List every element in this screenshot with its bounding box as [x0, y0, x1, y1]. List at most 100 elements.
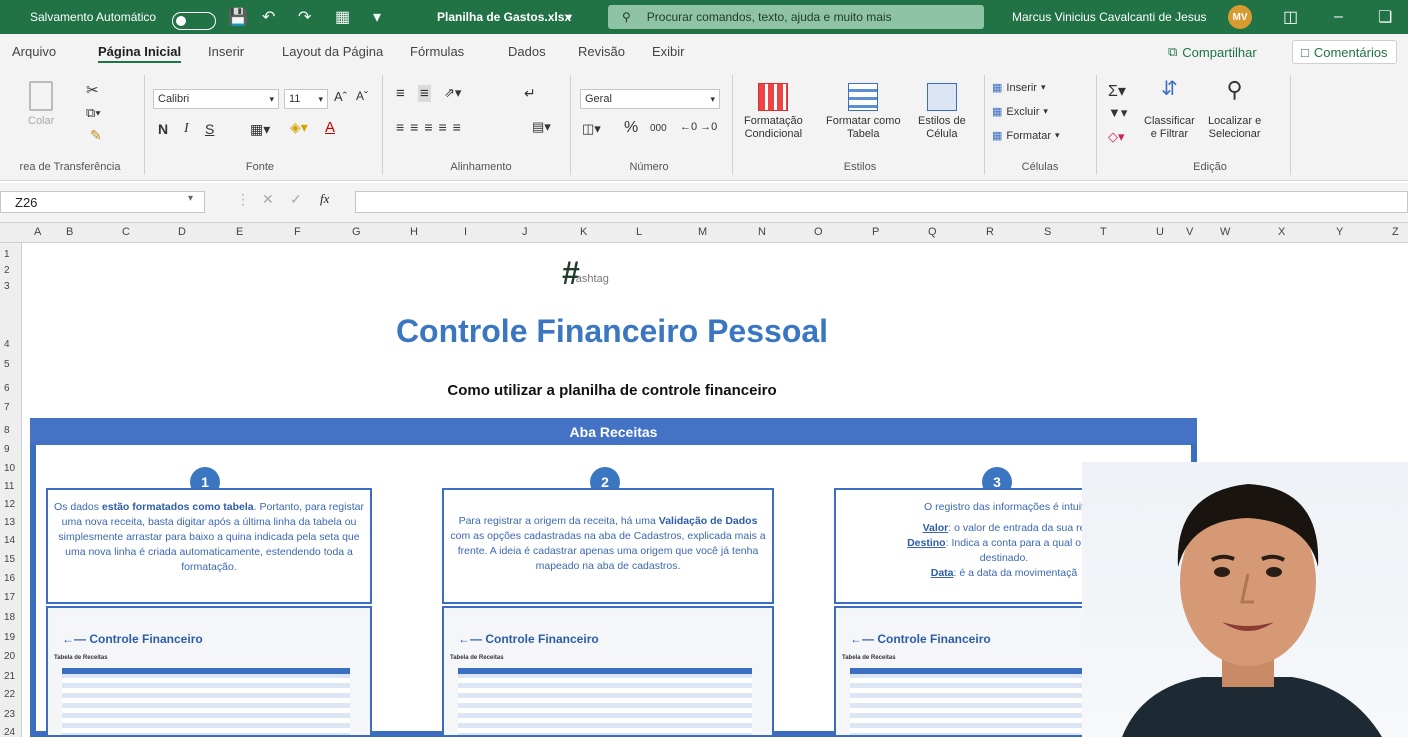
column-header-h[interactable]: H [410, 226, 418, 238]
cancel-icon[interactable]: ✕ [262, 191, 274, 208]
column-header-m[interactable]: M [698, 226, 707, 238]
align-left-center-right-icons[interactable]: ≡≡≡≡≡ [396, 119, 467, 135]
tab-exibir[interactable]: Exibir [652, 34, 685, 69]
row-header-3[interactable]: 3 [4, 281, 10, 292]
row-header-15[interactable]: 15 [4, 554, 15, 565]
tab-revisao[interactable]: Revisão [578, 34, 625, 69]
autosave-toggle[interactable] [172, 0, 216, 34]
row-header-14[interactable]: 14 [4, 535, 15, 546]
format-as-table-button[interactable]: Formatar como Tabela [826, 83, 901, 141]
column-header-r[interactable]: R [986, 226, 994, 238]
currency-icon[interactable]: ◫▾ [582, 121, 601, 137]
comments-button[interactable]: □ Comentários [1292, 40, 1397, 64]
column-header-p[interactable]: P [872, 226, 879, 238]
column-header-z[interactable]: Z [1392, 226, 1399, 238]
align-middle-icon[interactable]: ≡ [418, 85, 431, 102]
delete-cells-button[interactable]: ▦ Excluir ▾ [992, 105, 1048, 119]
autosum-icon[interactable]: Σ▾ [1108, 81, 1126, 101]
column-header-j[interactable]: J [522, 226, 528, 238]
filename-chevron-icon[interactable]: ▾ [566, 0, 572, 34]
column-header-v[interactable]: V [1186, 226, 1193, 238]
number-format-select[interactable]: Geral ▾ [580, 89, 720, 109]
column-header-e[interactable]: E [236, 226, 243, 238]
row-header-17[interactable]: 17 [4, 592, 15, 603]
column-header-y[interactable]: Y [1336, 226, 1343, 238]
row-header-18[interactable]: 18 [4, 612, 15, 623]
italic-button[interactable]: I [184, 121, 189, 137]
bold-button[interactable]: N [158, 121, 168, 137]
sort-filter-button[interactable]: ⇵ Classificar e Filtrar [1144, 79, 1195, 141]
increase-font-icon[interactable]: Aˆ [334, 89, 347, 104]
format-painter-icon[interactable]: ✎ [90, 127, 102, 144]
tab-inserir[interactable]: Inserir [208, 34, 244, 69]
row-header-24[interactable]: 24 [4, 727, 15, 738]
decimal-icons[interactable]: ←0 →0 [680, 121, 717, 133]
column-header-x[interactable]: X [1278, 226, 1285, 238]
column-header-b[interactable]: B [66, 226, 73, 238]
decrease-font-icon[interactable]: Aˇ [356, 89, 368, 103]
font-name-select[interactable]: Calibri ▾ [153, 89, 279, 109]
row-header-23[interactable]: 23 [4, 709, 15, 720]
customize-chevron-icon[interactable]: ▾ [373, 0, 381, 34]
row-header-10[interactable]: 10 [4, 463, 15, 474]
fill-icon[interactable]: ▼▾ [1108, 105, 1127, 121]
column-header-l[interactable]: L [636, 226, 642, 238]
column-header-n[interactable]: N [758, 226, 766, 238]
column-header-d[interactable]: D [178, 226, 186, 238]
row-header-12[interactable]: 12 [4, 499, 15, 510]
tab-formulas[interactable]: Fórmulas [410, 34, 464, 69]
minimize-icon[interactable]: – [1334, 0, 1343, 34]
row-header-5[interactable]: 5 [4, 359, 10, 370]
find-select-button[interactable]: ⚲ Localizar e Selecionar [1208, 79, 1261, 141]
tab-pagina-inicial[interactable]: Página Inicial [98, 34, 182, 69]
copy-icon[interactable]: ⧉▾ [86, 105, 101, 121]
ribbon-display-icon[interactable]: ◫ [1283, 0, 1298, 34]
column-header-o[interactable]: O [814, 226, 823, 238]
borders-icon[interactable]: ▦▾ [250, 121, 270, 138]
column-header-u[interactable]: U [1156, 226, 1164, 238]
enter-icon[interactable]: ✓ [290, 191, 302, 208]
insert-function-icon[interactable]: fx [320, 191, 329, 207]
quick-access-icon[interactable]: ▦ [335, 0, 350, 34]
column-header-t[interactable]: T [1100, 226, 1107, 238]
user-name[interactable]: Marcus Vinicius Cavalcanti de Jesus [1012, 0, 1207, 34]
row-header-7[interactable]: 7 [4, 402, 10, 413]
tab-dados[interactable]: Dados [508, 34, 546, 69]
percent-button[interactable]: % [624, 119, 638, 137]
row-header-2[interactable]: 2 [4, 265, 10, 276]
file-name[interactable]: Planilha de Gastos.xlsx [437, 0, 571, 34]
column-header-q[interactable]: Q [928, 226, 937, 238]
avatar[interactable]: MV [1228, 5, 1252, 29]
underline-button[interactable]: S [205, 121, 214, 137]
wrap-text-icon[interactable]: ↵ [524, 85, 536, 102]
column-header-c[interactable]: C [122, 226, 130, 238]
restore-icon[interactable]: ❏ [1378, 0, 1392, 34]
column-header-k[interactable]: K [580, 226, 587, 238]
row-header-4[interactable]: 4 [4, 339, 10, 350]
name-box[interactable]: Z26 [0, 191, 205, 213]
fill-color-icon[interactable]: ◈▾ [290, 119, 308, 136]
merge-icon[interactable]: ▤▾ [532, 119, 551, 135]
conditional-formatting-button[interactable]: Formatação Condicional [744, 83, 803, 141]
undo-icon[interactable]: ↶ [262, 0, 275, 34]
row-header-19[interactable]: 19 [4, 632, 15, 643]
row-header-8[interactable]: 8 [4, 425, 10, 436]
search-box[interactable]: ⚲ Procurar comandos, texto, ajuda e muit… [608, 5, 984, 29]
cut-icon[interactable]: ✂ [86, 81, 99, 99]
format-cells-button[interactable]: ▦ Formatar ▾ [992, 129, 1060, 143]
row-header-6[interactable]: 6 [4, 383, 10, 394]
tab-layout[interactable]: Layout da Página [282, 34, 383, 69]
row-header-13[interactable]: 13 [4, 517, 15, 528]
namebox-chevron-icon[interactable]: ▾ [188, 193, 193, 204]
row-header-9[interactable]: 9 [4, 444, 10, 455]
row-header-16[interactable]: 16 [4, 573, 15, 584]
row-header-11[interactable]: 11 [4, 481, 14, 492]
column-header-i[interactable]: I [464, 226, 467, 238]
formula-input[interactable] [355, 191, 1408, 213]
font-size-select[interactable]: 11 ▾ [284, 89, 328, 109]
align-top-icon[interactable]: ≡ [396, 85, 405, 102]
clear-icon[interactable]: ◇▾ [1108, 129, 1125, 145]
save-icon[interactable]: 💾 [228, 0, 248, 34]
row-header-21[interactable]: 21 [4, 671, 15, 682]
column-header-f[interactable]: F [294, 226, 301, 238]
